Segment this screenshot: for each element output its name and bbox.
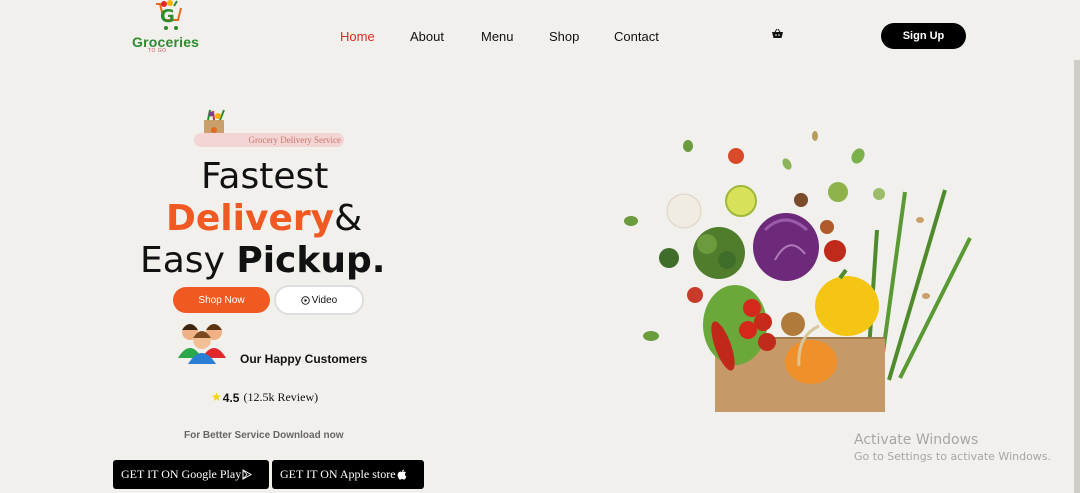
play-circle-icon <box>301 295 310 305</box>
grocery-bag-illustration <box>624 131 972 412</box>
headline-ampersand: & <box>334 198 363 239</box>
windows-activation-watermark: Activate Windows Go to Settings to activ… <box>854 432 1051 463</box>
rating-score: 4.5 <box>222 390 240 405</box>
shop-now-button[interactable]: Shop Now <box>173 287 270 313</box>
page-scrollbar[interactable] <box>1074 60 1080 493</box>
download-note: For Better Service Download now <box>184 430 344 441</box>
google-play-label: GET IT ON Google Play <box>121 467 242 481</box>
video-label: Video <box>311 294 338 306</box>
apple-store-label: GET IT ON Apple store <box>280 467 396 481</box>
basket-icon[interactable] <box>772 29 783 39</box>
headline-line-1: Fastest <box>201 156 329 197</box>
headline-line-2: Delivery& <box>166 199 362 239</box>
nav-menu[interactable]: Menu <box>481 29 514 44</box>
cart-logo-icon: G <box>156 0 182 30</box>
headline-line-3: Easy Pickup. <box>140 241 385 281</box>
apple-icon <box>397 469 406 480</box>
headline-plain: Easy <box>140 240 237 281</box>
nav-home[interactable]: Home <box>340 29 375 44</box>
happy-customers-label: Our Happy Customers <box>240 352 368 366</box>
nav-shop[interactable]: Shop <box>549 29 579 44</box>
apple-store-button[interactable]: GET IT ON Apple store <box>272 460 424 489</box>
rating-reviews: (12.5k Review) <box>243 390 319 404</box>
watermark-title: Activate Windows <box>854 432 979 448</box>
watermark-subtitle: Go to Settings to activate Windows. <box>854 450 1052 463</box>
svg-text:G: G <box>160 6 175 27</box>
nav-contact[interactable]: Contact <box>614 29 659 44</box>
play-store-icon <box>242 469 253 480</box>
headline-bold: Pickup. <box>236 240 386 281</box>
video-button[interactable]: Video <box>274 285 364 315</box>
headline-highlight: Delivery <box>166 198 335 239</box>
brand-logo[interactable]: G Groceries TO GO <box>128 0 218 60</box>
service-badge: Grocery Delivery Service <box>194 133 344 147</box>
star-icon: ★ <box>211 390 222 404</box>
customers-group-icon <box>178 324 226 364</box>
brand-tagline: TO GO <box>148 48 167 54</box>
rating: ★ 4.5 (12.5k Review) <box>211 390 318 405</box>
google-play-button[interactable]: GET IT ON Google Play <box>113 460 269 489</box>
sign-up-button[interactable]: Sign Up <box>881 23 966 49</box>
nav-about[interactable]: About <box>410 29 444 44</box>
